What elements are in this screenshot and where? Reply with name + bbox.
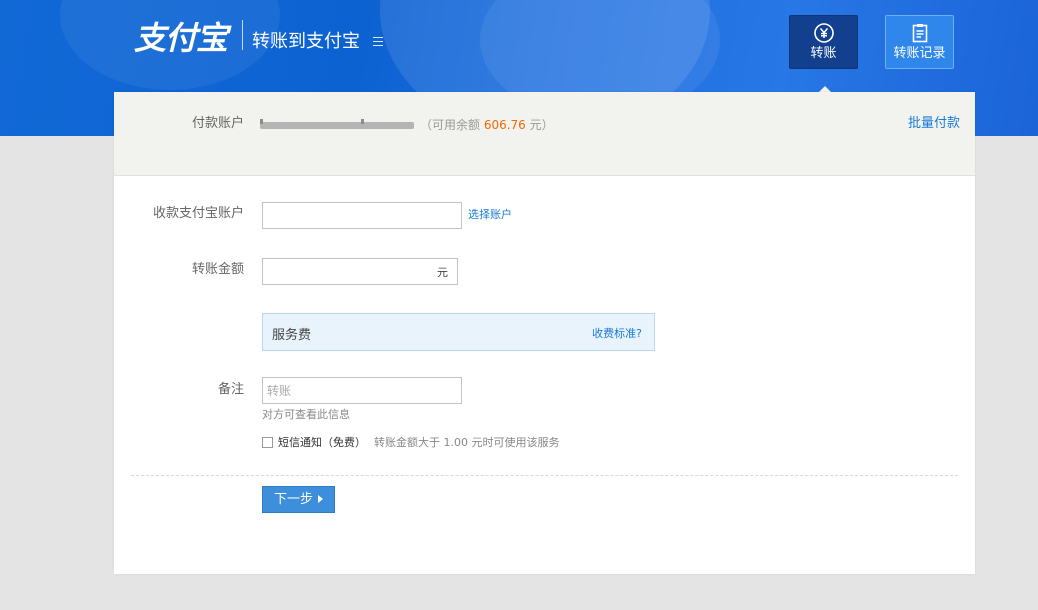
- transfer-panel: 付款账户 （可用余额 606.76 元） 批量付款 收款支付宝账户 选择账户 转…: [114, 92, 975, 574]
- recipient-input-box[interactable]: [262, 202, 462, 229]
- yuan-circle-icon: [813, 23, 834, 43]
- alipay-logo[interactable]: 支付宝: [134, 20, 228, 56]
- memo-input[interactable]: [263, 378, 461, 403]
- masked-account-number: [260, 122, 414, 129]
- amount-label: 转账金额: [191, 262, 244, 277]
- nav-records-button[interactable]: 转账记录: [885, 15, 954, 69]
- sms-note: 转账金额大于 1.00 元时可使用该服务: [374, 436, 560, 449]
- next-step-button[interactable]: 下一步: [262, 486, 335, 513]
- logo-divider: [242, 20, 243, 50]
- batch-pay-link[interactable]: 批量付款: [908, 115, 960, 133]
- memo-hint: 对方可查看此信息: [262, 408, 350, 421]
- nav-records-label: 转账记录: [893, 46, 946, 61]
- service-fee-label: 服务费: [272, 328, 312, 343]
- clipboard-icon: [912, 24, 927, 43]
- balance-suffix: 元）: [525, 118, 554, 132]
- balance-amount: 606.76: [483, 118, 526, 132]
- payer-account-label: 付款账户: [191, 116, 244, 131]
- amount-input[interactable]: [263, 259, 457, 284]
- amount-input-box[interactable]: 元: [262, 258, 458, 285]
- service-fee-box: 服务费 收费标准?: [262, 313, 655, 351]
- available-balance: （可用余额 606.76 元）: [420, 116, 554, 134]
- dashed-divider: [131, 475, 958, 476]
- sms-checkbox[interactable]: [262, 437, 273, 448]
- memo-input-box[interactable]: [262, 377, 462, 404]
- masked-account-mark: [260, 119, 263, 124]
- sms-label[interactable]: 短信通知（免费）: [278, 436, 366, 449]
- nav-transfer-label: 转账: [810, 46, 837, 61]
- balance-prefix: （可用余额: [420, 118, 484, 132]
- menu-icon[interactable]: [373, 37, 383, 46]
- app-title: 转账到支付宝: [252, 31, 360, 52]
- choose-account-link[interactable]: 选择账户: [468, 207, 512, 223]
- recipient-input[interactable]: [263, 203, 461, 228]
- next-step-label: 下一步: [273, 492, 313, 507]
- memo-label: 备注: [217, 382, 244, 397]
- masked-account-mark: [361, 119, 364, 124]
- play-arrow-icon: [318, 495, 323, 503]
- sms-notification-option[interactable]: 短信通知（免费） 转账金额大于 1.00 元时可使用该服务: [262, 435, 559, 451]
- payer-account-bar: 付款账户 （可用余额 606.76 元） 批量付款: [114, 92, 975, 176]
- recipient-label: 收款支付宝账户: [152, 206, 244, 221]
- nav-transfer-button[interactable]: 转账: [789, 15, 858, 69]
- fee-standard-link[interactable]: 收费标准?: [592, 325, 642, 341]
- amount-unit: 元: [437, 266, 448, 279]
